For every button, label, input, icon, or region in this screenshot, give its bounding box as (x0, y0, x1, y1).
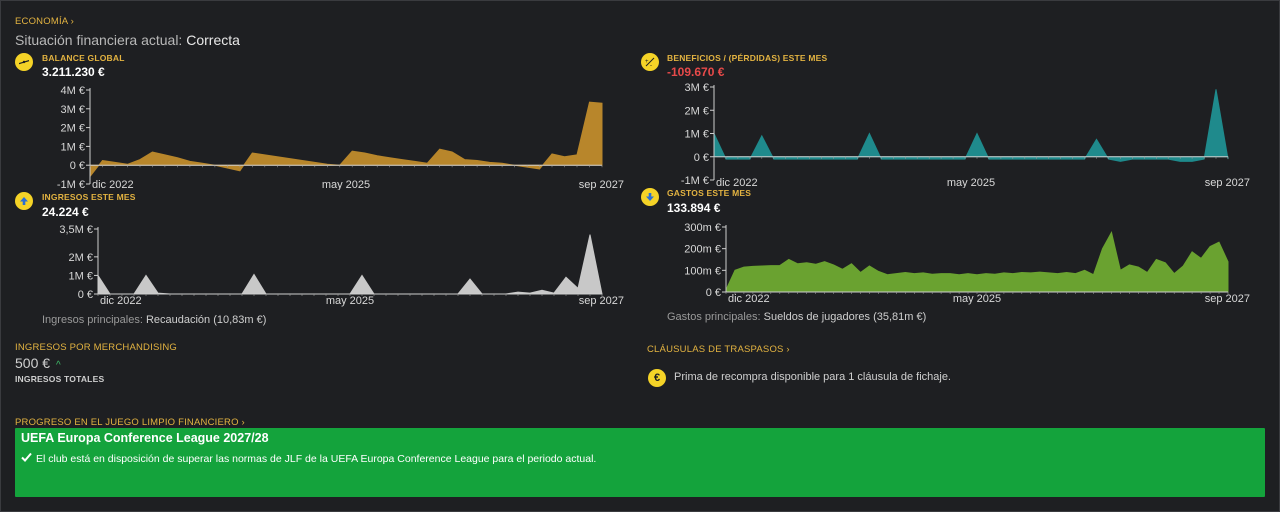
chevron-right-icon: › (70, 16, 75, 27)
trend-up-icon: ^ (56, 360, 61, 371)
income-label: INGRESOS ESTE MES (42, 192, 136, 202)
profit-x-tick-label: sep 2027 (1205, 177, 1250, 188)
income-x-tick-label: may 2025 (326, 295, 374, 307)
merch-value: 500 € (15, 355, 51, 371)
main-income: Ingresos principales: Recaudación (10,83… (42, 314, 266, 326)
scale-icon (15, 53, 33, 71)
financial-status-label: Situación financiera actual: (15, 32, 183, 48)
arrow-up-icon (15, 192, 33, 210)
expenses-x-tick-label: may 2025 (953, 293, 1001, 305)
income-value: 24.224 € (42, 205, 89, 219)
income-y-tick-label: 1M € (69, 270, 93, 282)
expenses-label: GASTOS ESTE MES (667, 188, 752, 198)
main-expenses-value: Sueldos de jugadores (35,81m €) (763, 311, 927, 323)
ffp-section-label: PROGRESO EN EL JUEGO LIMPIO FINANCIERO (15, 417, 239, 428)
expenses-y-tick-label: 100m € (684, 265, 721, 277)
expenses-y-tick-label: 300m € (684, 222, 721, 234)
income-y-tick-label: 3,5M € (59, 224, 93, 236)
economy-section-link[interactable]: ECONOMÍA › (15, 16, 74, 27)
main-income-value: Recaudación (10,83m €) (145, 314, 267, 326)
balance-x-tick-label: may 2025 (322, 179, 370, 190)
svg-text:-: - (650, 63, 652, 68)
main-income-label: Ingresos principales: (42, 314, 143, 326)
profit-label: BENEFICIOS / (PÉRDIDAS) ESTE MES (667, 53, 828, 63)
transfer-clauses-label: CLÁUSULAS DE TRASPASOS (647, 344, 784, 355)
expenses-area (725, 231, 1229, 293)
ffp-section-link[interactable]: PROGRESO EN EL JUEGO LIMPIO FINANCIERO › (15, 417, 245, 428)
profit-x-tick-label: may 2025 (947, 177, 995, 188)
expenses-x-tick-label: dic 2022 (728, 293, 770, 305)
profit-y-tick-label: 0 € (694, 152, 709, 164)
transfer-clause-text: Prima de recompra disponible para 1 cláu… (674, 371, 951, 383)
merch-label: INGRESOS POR MERCHANDISING (15, 342, 177, 353)
percent-icon: + - (641, 53, 659, 71)
profit-chart: 3M € 2M € 1M € 0 € -1M € dic 2022 may 2025 sep … (626, 78, 1266, 188)
ffp-title: UEFA Europa Conference League 2027/28 (21, 431, 269, 445)
financial-status: Situación financiera actual: Correcta (15, 32, 240, 48)
main-expenses-label: Gastos principales: (667, 311, 761, 323)
merch-value-row: 500 € ^ (15, 355, 61, 371)
check-icon (21, 452, 32, 465)
chevron-right-icon: › (786, 344, 790, 355)
expenses-x-tick-label: sep 2027 (1205, 293, 1250, 305)
expenses-y-tick-label: 200m € (684, 244, 721, 256)
profit-y-tick-label: 3M € (685, 82, 709, 94)
balance-y-tick-label: 1M € (61, 141, 85, 153)
expenses-value: 133.894 € (667, 201, 721, 215)
balance-value: 3.211.230 € (42, 65, 105, 79)
income-x-tick-label: sep 2027 (579, 295, 624, 307)
profit-y-tick-label: 2M € (685, 105, 709, 117)
balance-y-tick-label: 0 € (70, 160, 85, 172)
profit-y-tick-label: -1M € (681, 175, 709, 187)
balance-y-tick-label: 2M € (61, 123, 85, 135)
profit-area (713, 89, 1229, 162)
balance-y-tick-label: 3M € (61, 104, 85, 116)
income-y-tick-label: 0 € (78, 289, 93, 301)
expenses-y-tick-label: 0 € (706, 287, 721, 299)
income-chart: 3,5M € 2M € 1M € 0 € dic 2022 may 2025 sep 202… (0, 218, 640, 318)
expenses-chart: 300m € 200m € 100m € 0 € dic 2022 may 2025 sep… (626, 215, 1266, 315)
main-expenses: Gastos principales: Sueldos de jugadores… (667, 311, 926, 323)
balance-y-tick-label: 4M € (61, 85, 85, 97)
balance-y-tick-label: -1M € (57, 179, 85, 190)
profit-value: -109.670 € (667, 65, 725, 79)
financial-status-value: Correcta (186, 32, 240, 48)
economy-section-label: ECONOMÍA (15, 16, 68, 27)
balance-x-tick-label: dic 2022 (92, 179, 134, 190)
transfer-clauses-link[interactable]: CLÁUSULAS DE TRASPASOS › (647, 344, 790, 355)
ffp-message: El club está en disposición de superar l… (21, 452, 596, 465)
income-x-tick-label: dic 2022 (100, 295, 142, 307)
ffp-message-text: El club está en disposición de superar l… (36, 452, 597, 465)
arrow-down-icon (641, 188, 659, 206)
balance-x-tick-label: sep 2027 (579, 179, 624, 190)
profit-x-tick-label: dic 2022 (716, 177, 758, 188)
euro-icon: € (648, 369, 666, 387)
ffp-status-box: UEFA Europa Conference League 2027/28 El… (15, 428, 1265, 497)
income-area (97, 234, 603, 295)
merch-sub-label: INGRESOS TOTALES (15, 374, 105, 384)
profit-y-tick-label: 1M € (685, 129, 709, 141)
balance-label: BALANCE GLOBAL (42, 53, 125, 63)
balance-chart: 4M € 3M € 2M € 1M € 0 € -1M € dic 2022 may 2025… (0, 80, 640, 190)
income-y-tick-label: 2M € (69, 252, 93, 264)
chevron-right-icon: › (241, 417, 245, 428)
